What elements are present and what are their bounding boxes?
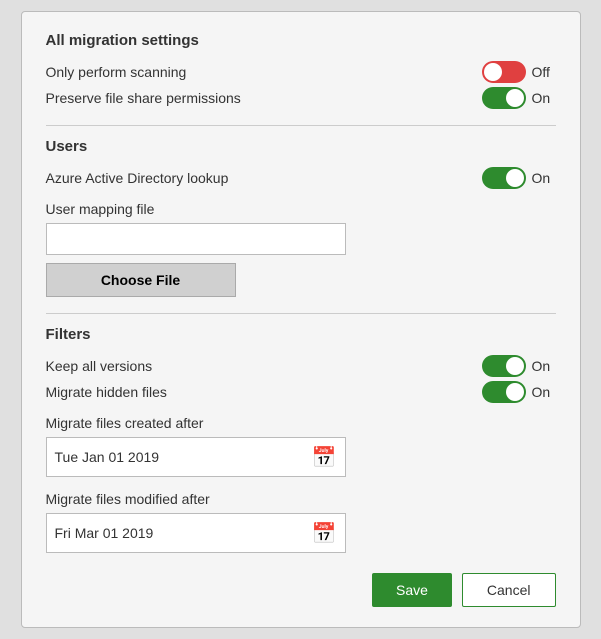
only-perform-scanning-status: Off — [532, 64, 556, 80]
modified-after-label: Migrate files modified after — [46, 491, 556, 507]
created-after-calendar-icon[interactable]: 📅 — [312, 445, 337, 470]
user-mapping-input[interactable] — [46, 223, 346, 255]
azure-lookup-toggle[interactable] — [482, 167, 526, 189]
preserve-permissions-row: Preserve file share permissions On — [46, 87, 556, 109]
keep-all-versions-row: Keep all versions On — [46, 355, 556, 377]
divider-1 — [46, 125, 556, 126]
keep-all-versions-toggle-group: On — [482, 355, 556, 377]
migrate-hidden-files-toggle[interactable] — [482, 381, 526, 403]
preserve-permissions-label: Preserve file share permissions — [46, 90, 241, 106]
only-perform-scanning-row: Only perform scanning Off — [46, 61, 556, 83]
preserve-permissions-toggle-group: On — [482, 87, 556, 109]
migration-section-title: All migration settings — [46, 32, 556, 49]
modified-after-calendar-icon[interactable]: 📅 — [312, 521, 337, 546]
divider-2 — [46, 313, 556, 314]
created-after-subsection: Migrate files created after Tue Jan 01 2… — [46, 415, 556, 477]
only-perform-scanning-toggle-group: Off — [482, 61, 556, 83]
preserve-permissions-status: On — [532, 90, 556, 106]
migrate-hidden-files-toggle-group: On — [482, 381, 556, 403]
keep-all-versions-toggle[interactable] — [482, 355, 526, 377]
migrate-hidden-files-status: On — [532, 384, 556, 400]
created-after-label: Migrate files created after — [46, 415, 556, 431]
migration-settings-dialog: All migration settings Only perform scan… — [21, 11, 581, 628]
created-after-date-value: Tue Jan 01 2019 — [55, 449, 312, 465]
migration-section: All migration settings Only perform scan… — [46, 32, 556, 109]
users-section-title: Users — [46, 138, 556, 155]
keep-all-versions-status: On — [532, 358, 556, 374]
cancel-button[interactable]: Cancel — [462, 573, 556, 607]
filters-section: Filters Keep all versions On Migrate hid… — [46, 326, 556, 553]
filters-section-title: Filters — [46, 326, 556, 343]
migrate-hidden-files-row: Migrate hidden files On — [46, 381, 556, 403]
users-section: Users Azure Active Directory lookup On U… — [46, 138, 556, 297]
only-perform-scanning-label: Only perform scanning — [46, 64, 187, 80]
azure-lookup-label: Azure Active Directory lookup — [46, 170, 229, 186]
user-mapping-subsection: User mapping file Choose File — [46, 201, 556, 297]
azure-lookup-row: Azure Active Directory lookup On — [46, 167, 556, 189]
footer-buttons: Save Cancel — [46, 573, 556, 607]
preserve-permissions-toggle[interactable] — [482, 87, 526, 109]
azure-lookup-status: On — [532, 170, 556, 186]
save-button[interactable]: Save — [372, 573, 452, 607]
migrate-hidden-files-label: Migrate hidden files — [46, 384, 167, 400]
user-mapping-label: User mapping file — [46, 201, 556, 217]
azure-lookup-toggle-group: On — [482, 167, 556, 189]
created-after-date-input[interactable]: Tue Jan 01 2019 📅 — [46, 437, 346, 477]
only-perform-scanning-toggle[interactable] — [482, 61, 526, 83]
modified-after-date-input[interactable]: Fri Mar 01 2019 📅 — [46, 513, 346, 553]
modified-after-subsection: Migrate files modified after Fri Mar 01 … — [46, 491, 556, 553]
choose-file-button[interactable]: Choose File — [46, 263, 236, 297]
modified-after-date-value: Fri Mar 01 2019 — [55, 525, 312, 541]
keep-all-versions-label: Keep all versions — [46, 358, 153, 374]
